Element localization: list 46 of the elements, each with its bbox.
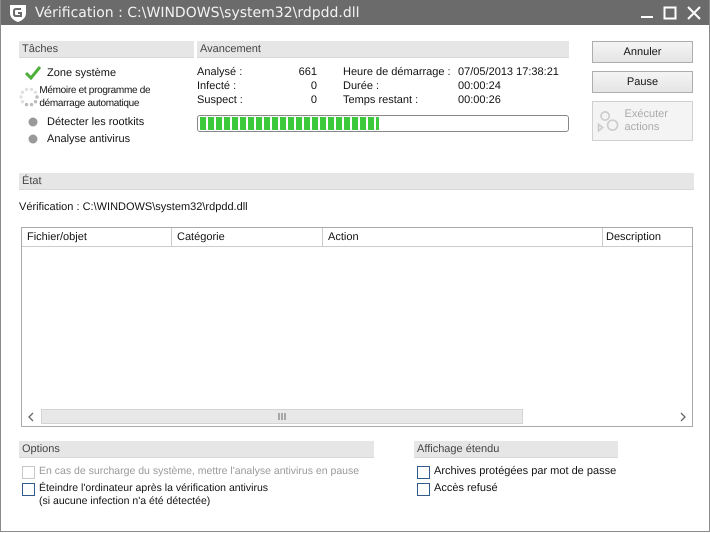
- close-icon: [687, 6, 701, 20]
- section-header: Tâches: [19, 41, 194, 58]
- section-header: État: [19, 173, 694, 190]
- task-label: Détecter les rootkits: [47, 116, 144, 128]
- checkmark-icon: [25, 66, 41, 80]
- stat-value: 00:00:24: [457, 80, 502, 92]
- section-header: Affichage étendu: [414, 441, 618, 458]
- dot-icon: [28, 134, 38, 144]
- checkbox-label: Archives protégées par mot de passe: [434, 465, 616, 478]
- task-label: Mémoire et programme de démarrage automatique: [39, 84, 152, 110]
- column-header[interactable]: Catégorie: [172, 228, 323, 246]
- checkbox[interactable]: [417, 466, 430, 479]
- stat-value: 0: [310, 94, 317, 106]
- stat-label: Durée :: [343, 80, 380, 92]
- stat-label: Suspect :: [197, 94, 244, 106]
- stat-value: 0: [310, 80, 317, 92]
- section-header: Avancement: [197, 41, 569, 58]
- stat-label: Heure de démarrage :: [343, 66, 452, 78]
- task-label: Zone système: [47, 66, 116, 78]
- checkbox[interactable]: [22, 483, 35, 496]
- grip-icon: [278, 413, 286, 420]
- scrollbar-thumb[interactable]: [41, 409, 523, 424]
- window-title: Vérification : C:\WINDOWS\system32\rdpdd.dll: [35, 4, 360, 20]
- shield-logo-icon: [9, 2, 27, 22]
- column-header[interactable]: Action: [323, 228, 603, 246]
- checkbox[interactable]: [417, 483, 430, 496]
- checkbox-label: Accès refusé: [434, 482, 498, 495]
- stat-label: Temps restant :: [343, 94, 420, 106]
- minimize-icon: [641, 16, 653, 18]
- stat-label: Analysé :: [197, 66, 244, 78]
- checkbox-label: Éteindre l'ordinateur après la vérification antivirus (si aucune infection n'a été détectée): [39, 482, 268, 508]
- checkbox-label: En cas de surcharge du système, mettre l'analyse antivirus en pause: [39, 465, 360, 478]
- stat-value: 661: [298, 66, 317, 78]
- spinner-icon: [19, 87, 40, 107]
- column-header[interactable]: Fichier/objet: [22, 228, 172, 246]
- action-button[interactable]: Pause: [592, 71, 693, 93]
- section-header: Options: [19, 441, 374, 458]
- task-label: Analyse antivirus: [47, 132, 130, 144]
- stat-value: 07/05/2013 17:38:21: [457, 66, 560, 78]
- column-header[interactable]: Description: [603, 228, 692, 246]
- action-button[interactable]: Annuler: [592, 41, 693, 63]
- dot-icon: [28, 116, 38, 126]
- status-text: Vérification : C:\WINDOWS\system32\rdpdd.dll: [19, 201, 249, 215]
- maximize-icon: [663, 6, 677, 20]
- stat-value: 00:00:26: [457, 94, 502, 106]
- stat-label: Infecté :: [197, 80, 238, 92]
